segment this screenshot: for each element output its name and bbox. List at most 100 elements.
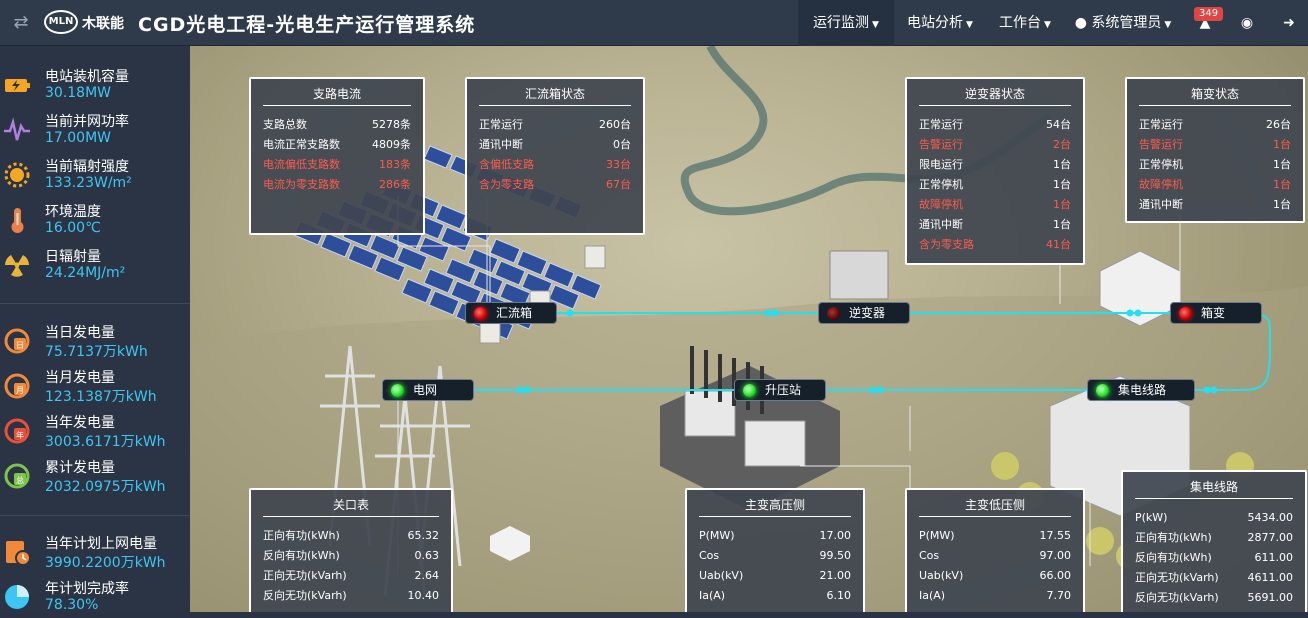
panel-row: P(MW) 17.55: [919, 526, 1071, 546]
nav-operation-monitor[interactable]: 运行监测 ▼: [798, 0, 894, 46]
panel-divider: [699, 516, 851, 517]
row-label: 故障停机: [919, 198, 963, 211]
nav-label: 电站分析: [907, 15, 964, 31]
panel-title: 关口表: [332, 498, 369, 512]
panel-row: 正向无功(kVarh) 2.64: [263, 566, 439, 586]
sidebar-metric: 日 当日发电量 75.7137万kWh: [0, 322, 190, 362]
metric-value: 78.30%: [45, 597, 99, 613]
flow-marker: [876, 386, 884, 394]
status-indicator-icon: [1179, 307, 1192, 320]
node-label: 箱变: [1201, 306, 1226, 320]
metric-value: 17.00MW: [45, 130, 112, 146]
panel-row: 支路总数 5278条: [263, 115, 411, 135]
grid-node[interactable]: 电网: [382, 379, 474, 401]
booster-node[interactable]: 升压站: [734, 379, 826, 401]
daily-energy-icon: 日: [2, 326, 32, 356]
row-label: Cos: [919, 549, 940, 562]
row-value: 1台: [1273, 158, 1291, 171]
nav-user-menu[interactable]: ● 系统管理员 ▼: [1066, 0, 1180, 46]
flow-marker: [1126, 309, 1134, 317]
row-label: 正常运行: [919, 118, 963, 131]
metric-label: 当年发电量: [45, 415, 115, 431]
row-value: 286条: [379, 178, 411, 191]
row-value: 1台: [1273, 198, 1291, 211]
panel-row: 通讯中断 1台: [1139, 195, 1291, 215]
insulator: [690, 346, 694, 394]
sun-icon: [2, 160, 32, 190]
branch-current-panel: 支路电流 支路总数 5278条 电流正常支路数 4809条 电流偏低支路数 183条 电流为零…: [249, 77, 425, 235]
inverter-node[interactable]: 逆变器: [818, 302, 910, 324]
row-label: 正向有功(kWh): [1135, 531, 1212, 544]
panel-row: 反向有功(kWh) 0.63: [263, 546, 439, 566]
power-wave-icon: [2, 115, 32, 145]
sidebar-metric: 当年计划上网电量 3990.2200万kWh: [0, 533, 190, 573]
flow-marker: [523, 386, 531, 394]
shirt-theme-icon[interactable]: ◉: [1238, 14, 1256, 32]
monthly-energy-icon: 月: [2, 371, 32, 401]
flow-marker: [1134, 309, 1142, 317]
sidebar: 电站装机容量 30.18MW 当前并网功率 17.00MW 当前辐射强度 133.23W/…: [0, 46, 190, 613]
collector-node[interactable]: 集电线路: [1087, 379, 1195, 401]
metric-value: 3003.6171万kWh: [45, 434, 166, 450]
main-transformer-high-panel: 主变高压侧 P(MW) 17.00 Cos 99.50 Uab(kV) 21.00 Ia(A)…: [685, 488, 865, 612]
logout-icon[interactable]: ➜: [1280, 14, 1298, 32]
panel-row: 告警运行 1台: [1139, 135, 1291, 155]
metric-label: 当前并网功率: [45, 114, 129, 130]
combiner-node[interactable]: 汇流箱: [465, 302, 557, 324]
row-label: 通讯中断: [1139, 198, 1183, 211]
sidebar-metric: 总 累计发电量 2032.0975万kWh: [0, 457, 190, 497]
metric-value: 16.00℃: [45, 220, 101, 236]
sidebar-metric: 年计划完成率 78.30%: [0, 578, 190, 618]
node-label: 汇流箱: [496, 306, 533, 320]
panel-row: 反向无功(kVarh) 5691.00: [1135, 588, 1293, 608]
row-label: 告警运行: [1139, 138, 1183, 151]
panel-title: 汇流箱状态: [524, 87, 585, 101]
nav-workbench[interactable]: 工作台 ▼: [986, 0, 1064, 46]
row-label: 正向无功(kVarh): [1135, 571, 1219, 584]
row-value: 5278条: [372, 118, 411, 131]
row-value: 0台: [613, 138, 631, 151]
metric-value: 2032.0975万kWh: [45, 479, 166, 495]
chevron-down-icon: ▼: [872, 20, 879, 30]
sidebar-metric: 月 当月发电量 123.1387万kWh: [0, 367, 190, 407]
chevron-down-icon: ▼: [1044, 20, 1051, 30]
row-label: P(MW): [919, 529, 955, 542]
sidebar-toggle-icon[interactable]: ⇄: [8, 12, 34, 34]
svg-text:总: 总: [16, 475, 24, 485]
row-value: 10.40: [407, 589, 440, 602]
row-label: 含偏低支路: [479, 158, 534, 171]
row-value: 2877.00: [1247, 531, 1294, 544]
panel-row: 电流偏低支路数 183条: [263, 155, 411, 175]
panel-row: 含偏低支路 33台: [479, 155, 631, 175]
status-indicator-icon: [391, 384, 404, 397]
panel-title: 支路电流: [312, 87, 361, 101]
box-transformer-status-panel: 箱变状态 正常运行 26台 告警运行 1台 正常停机 1台 故障停机 1台 通讯中断 1台: [1125, 77, 1305, 223]
nav-station-analysis[interactable]: 电站分析 ▼: [894, 0, 986, 46]
row-label: 支路总数: [263, 118, 307, 131]
row-value: 260台: [599, 118, 631, 131]
row-value: 183条: [379, 158, 411, 171]
panel-row: Uab(kV) 66.00: [919, 566, 1071, 586]
row-label: Uab(kV): [919, 569, 964, 582]
booster-building: [744, 420, 806, 467]
flow-marker: [566, 309, 574, 317]
panel-row: Cos 99.50: [699, 546, 851, 566]
row-value: 1台: [1053, 218, 1071, 231]
row-label: 反向有功(kWh): [263, 549, 340, 562]
row-value: 5434.00: [1247, 511, 1294, 524]
panel-divider: [919, 516, 1071, 517]
panel-row: Ia(A) 6.10: [699, 586, 851, 606]
panel-row: 正向无功(kVarh) 4611.00: [1135, 568, 1293, 588]
panel-row: 反向无功(kVarh) 10.40: [263, 586, 439, 606]
panel-row: 正常运行 54台: [919, 115, 1071, 135]
row-value: 99.50: [819, 549, 852, 562]
battery-icon: [2, 70, 32, 100]
row-label: 故障停机: [1139, 178, 1183, 191]
row-label: 通讯中断: [919, 218, 963, 231]
metric-label: 环境温度: [45, 204, 101, 220]
box-transformer-node[interactable]: 箱变: [1170, 302, 1262, 324]
row-value: 65.32: [407, 529, 440, 542]
metric-value: 123.1387万kWh: [45, 389, 157, 405]
combiner-box-building: [479, 320, 501, 344]
yearly-energy-icon: 年: [2, 416, 32, 446]
